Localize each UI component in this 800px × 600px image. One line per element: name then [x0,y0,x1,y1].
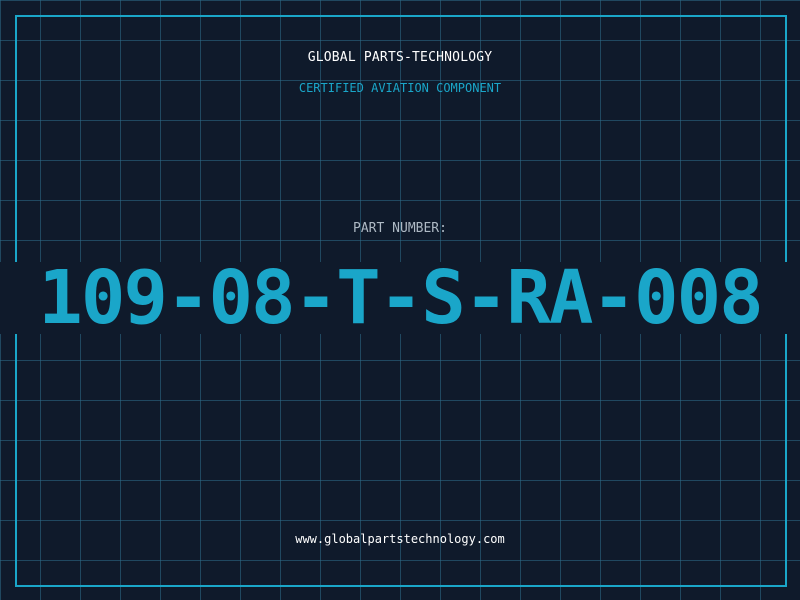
website-url: www.globalpartstechnology.com [295,532,505,546]
brand-tagline: CERTIFIED AVIATION COMPONENT [298,81,502,95]
brand-name: GLOBAL PARTS-TECHNOLOGY [307,50,493,65]
label-card: GLOBAL PARTS-TECHNOLOGY CERTIFIED AVIATI… [0,0,800,600]
part-number-label: PART NUMBER: [353,221,447,236]
part-number-value: 109-08-T-S-RA-008 [38,255,763,341]
